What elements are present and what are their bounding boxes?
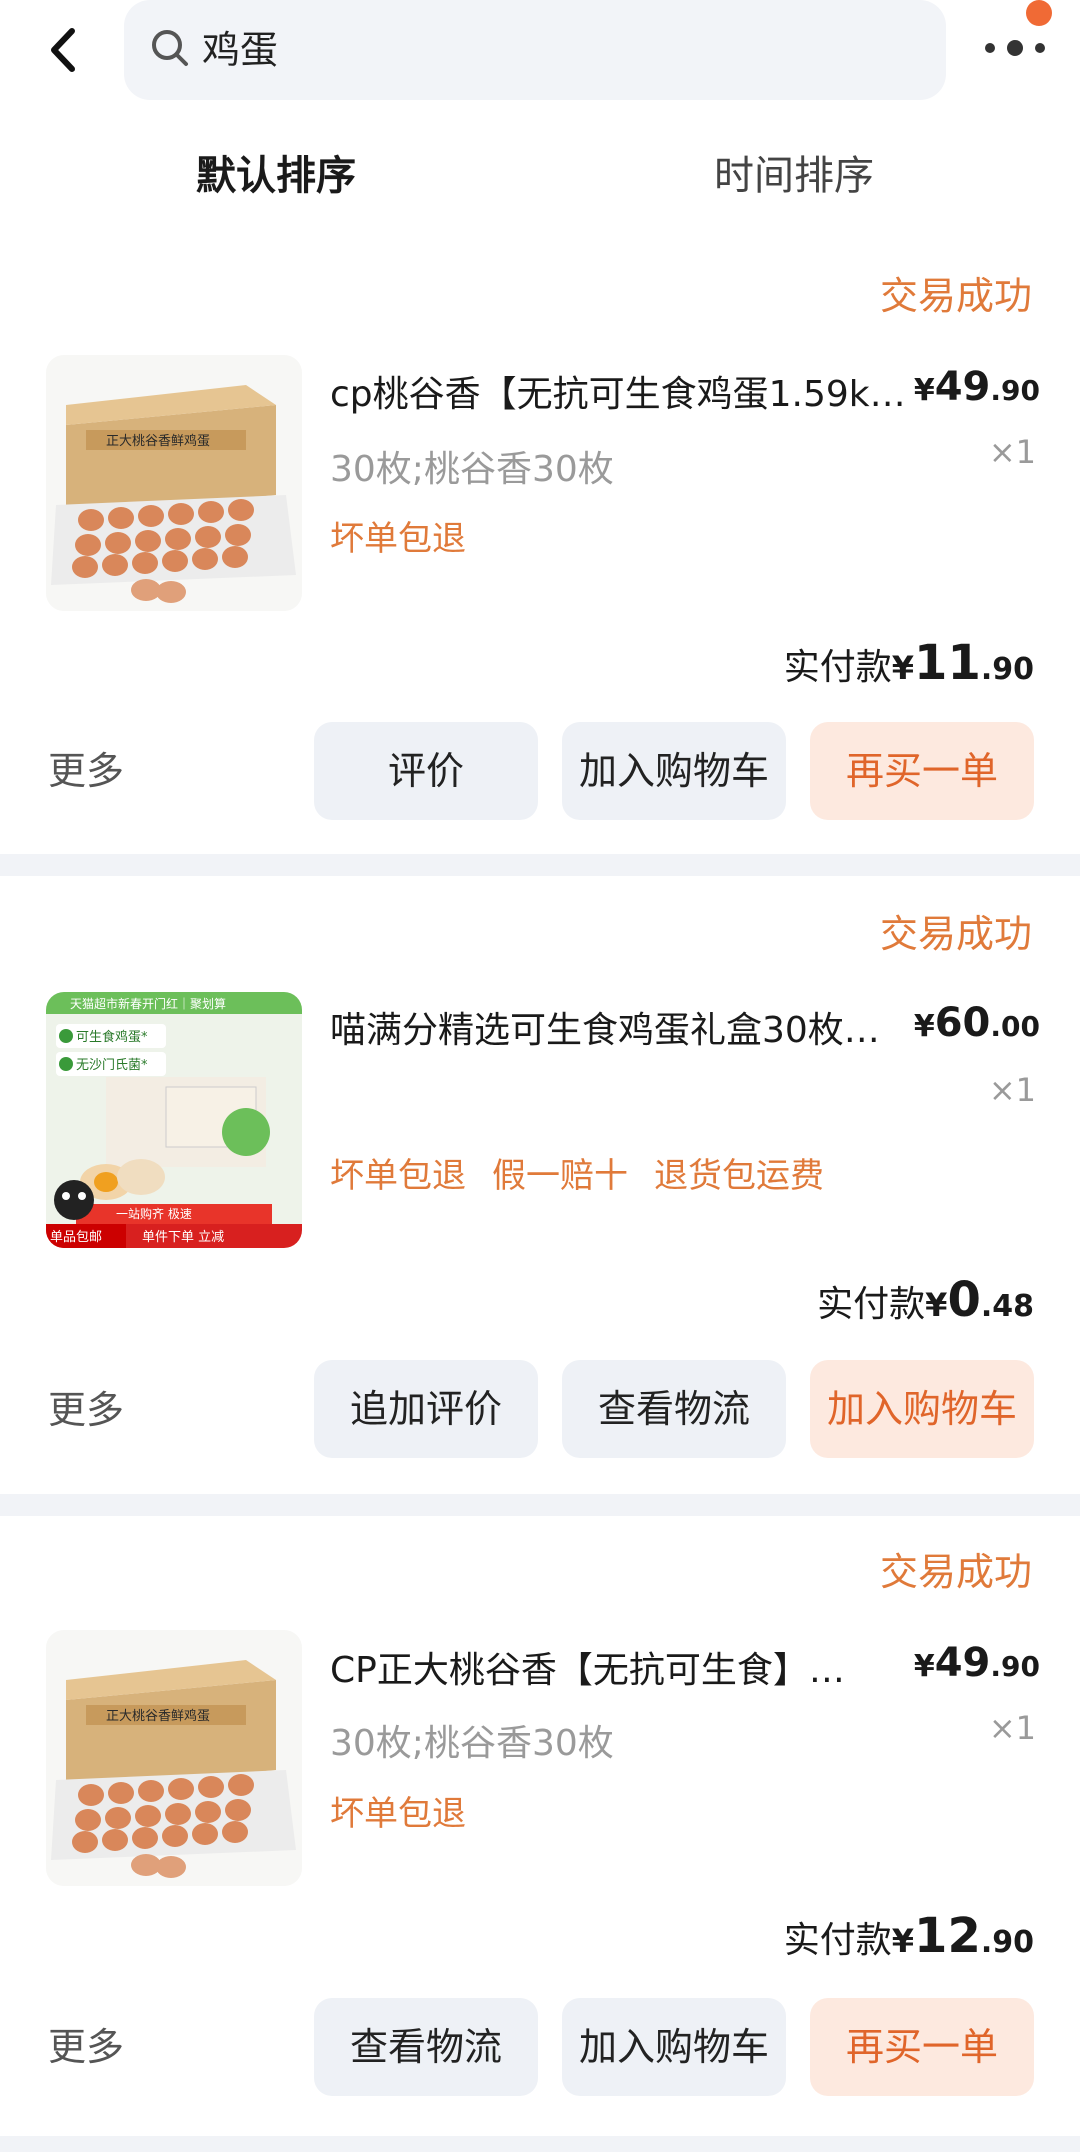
paid-amount: 实付款¥12.90 xyxy=(783,1908,1034,1964)
product-image[interactable]: 正大桃谷香鲜鸡蛋 xyxy=(46,1630,302,1886)
tag: 坏单包退 xyxy=(330,519,466,559)
more-link[interactable]: 更多 xyxy=(48,745,124,797)
tag: 假一赔十 xyxy=(492,1156,628,1196)
product-image[interactable]: 天猫超市新春开门红｜聚划算 可生食鸡蛋* 无沙门氏菌* 一站购齐 极速 单品包邮… xyxy=(46,992,302,1248)
product-quantity: ×1 xyxy=(988,433,1036,471)
back-button[interactable] xyxy=(40,25,90,75)
search-input[interactable]: 鸡蛋 xyxy=(202,24,278,76)
egg-box-label: 正大桃谷香鲜鸡蛋 xyxy=(106,433,210,449)
review-button[interactable]: 评价 xyxy=(314,722,538,820)
product-price: ¥49.90 xyxy=(913,1640,1040,1686)
notification-dot xyxy=(1026,0,1052,26)
view-logistics-button[interactable]: 查看物流 xyxy=(314,1998,538,2096)
order-card: 交易成功 正大桃谷香鲜鸡蛋 CP正大桃谷香【无抗可生食】鲜鸡蛋 ¥49.90 3… xyxy=(0,1516,1080,2136)
bottom-right-text: 单件下单 立减 xyxy=(142,1230,224,1245)
card-separator xyxy=(0,1494,1080,1516)
service-tags: 坏单包退 xyxy=(330,515,492,563)
more-options-button[interactable] xyxy=(980,30,1050,70)
buy-again-button[interactable]: 再买一单 xyxy=(810,722,1034,820)
product-price: ¥49.90 xyxy=(913,364,1040,410)
product-spec: 30枚;桃谷香30枚 xyxy=(330,1723,614,1764)
banner-top-text: 天猫超市新春开门红｜聚划算 xyxy=(70,996,226,1011)
egg-promo-image: 天猫超市新春开门红｜聚划算 可生食鸡蛋* 无沙门氏菌* 一站购齐 极速 单品包邮… xyxy=(46,992,302,1248)
more-link[interactable]: 更多 xyxy=(48,2021,124,2073)
order-status: 交易成功 xyxy=(879,912,1032,956)
order-status: 交易成功 xyxy=(879,274,1032,318)
buy-again-button[interactable]: 再买一单 xyxy=(810,1998,1034,2096)
card-separator xyxy=(0,2136,1080,2152)
add-to-cart-button[interactable]: 加入购物车 xyxy=(810,1360,1034,1458)
chevron-left-icon xyxy=(51,28,75,72)
card-separator xyxy=(0,854,1080,876)
top-bar: 鸡蛋 xyxy=(0,0,1080,110)
tab-default-sort[interactable]: 默认排序 xyxy=(196,148,356,204)
order-status: 交易成功 xyxy=(879,1550,1032,1594)
badge-text-2: 无沙门氏菌* xyxy=(76,1058,148,1073)
more-dots-icon xyxy=(985,40,1045,56)
paid-amount: 实付款¥11.90 xyxy=(783,635,1034,691)
product-quantity: ×1 xyxy=(988,1071,1036,1109)
paid-amount: 实付款¥0.48 xyxy=(817,1272,1034,1328)
add-to-cart-button[interactable]: 加入购物车 xyxy=(562,722,786,820)
service-tags: 坏单包退 假一赔十 退货包运费 xyxy=(330,1152,850,1200)
bottom-left-text: 单品包邮 xyxy=(50,1230,102,1245)
add-review-button[interactable]: 追加评价 xyxy=(314,1360,538,1458)
egg-box-image: 正大桃谷香鲜鸡蛋 xyxy=(46,1630,302,1886)
product-title[interactable]: cp桃谷香【无抗可生食鸡蛋1.59kg… xyxy=(330,370,910,420)
tag: 坏单包退 xyxy=(330,1156,466,1196)
product-title[interactable]: 喵满分精选可生食鸡蛋礼盒30枚… xyxy=(330,1006,910,1056)
more-link[interactable]: 更多 xyxy=(48,1384,124,1436)
badge-text-1: 可生食鸡蛋* xyxy=(76,1029,148,1045)
add-to-cart-button[interactable]: 加入购物车 xyxy=(562,1998,786,2096)
tag: 坏单包退 xyxy=(330,1794,466,1834)
product-quantity: ×1 xyxy=(988,1709,1036,1747)
service-tags: 坏单包退 xyxy=(330,1790,492,1838)
egg-box-image: 正大桃谷香鲜鸡蛋 xyxy=(46,355,302,611)
egg-box-label: 正大桃谷香鲜鸡蛋 xyxy=(106,1708,210,1724)
search-icon xyxy=(152,30,188,66)
product-image[interactable]: 正大桃谷香鲜鸡蛋 xyxy=(46,355,302,611)
product-spec: 30枚;桃谷香30枚 xyxy=(330,449,614,490)
search-box[interactable]: 鸡蛋 xyxy=(124,0,946,100)
order-card: 交易成功 天猫超市新春开门红｜聚划算 可生食鸡蛋* 无沙门氏菌* 一站购齐 极速… xyxy=(0,876,1080,1494)
product-price: ¥60.00 xyxy=(913,1000,1040,1046)
order-card: 交易成功 正大桃谷香鲜鸡蛋 cp桃谷香【无抗可生食鸡蛋1.59kg… ¥49.9… xyxy=(0,250,1080,852)
view-logistics-button[interactable]: 查看物流 xyxy=(562,1360,786,1458)
tag: 退货包运费 xyxy=(654,1156,824,1196)
product-title[interactable]: CP正大桃谷香【无抗可生食】鲜鸡蛋 xyxy=(330,1646,860,1696)
bottom-mid-text: 一站购齐 极速 xyxy=(116,1206,192,1221)
tab-time-sort[interactable]: 时间排序 xyxy=(714,148,874,204)
